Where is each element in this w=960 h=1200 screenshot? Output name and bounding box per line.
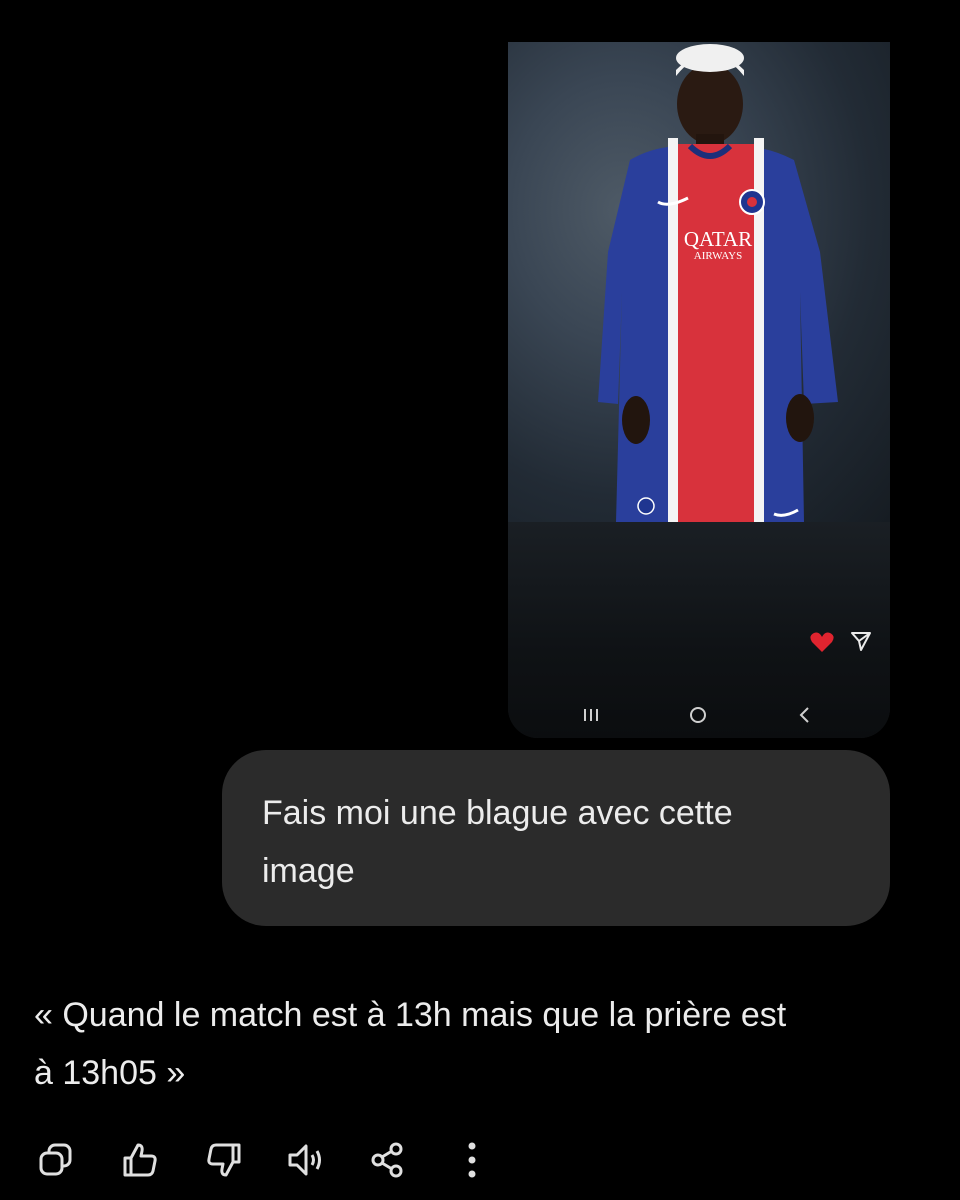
assistant-reply-line: « Quand le match est à 13h mais que la p… (34, 996, 787, 1034)
attached-screenshot[interactable]: QATAR AIRWAYS (508, 42, 890, 738)
user-message-line: Fais moi une blague avec cette (262, 794, 733, 832)
send-icon[interactable] (850, 630, 872, 652)
jersey-sponsor-line1: QATAR (683, 227, 753, 251)
recent-apps-icon[interactable] (580, 704, 602, 726)
share-icon[interactable] (368, 1140, 408, 1180)
copy-icon[interactable] (36, 1140, 76, 1180)
jersey-sponsor-line2: AIRWAYS (693, 250, 743, 262)
jersey-sponsor: QATAR AIRWAYS (678, 228, 758, 262)
user-message-bubble: Fais moi une blague avec cette image (222, 750, 890, 926)
home-icon[interactable] (687, 704, 709, 726)
more-icon[interactable] (452, 1140, 492, 1180)
player-illustration (598, 44, 838, 523)
back-icon[interactable] (794, 704, 816, 726)
assistant-reply: « Quand le match est à 13h mais que la p… (34, 986, 924, 1102)
message-action-bar (0, 1140, 960, 1184)
user-message-line: image (262, 852, 355, 890)
speaker-icon[interactable] (286, 1140, 326, 1180)
heart-icon[interactable] (810, 632, 834, 652)
thumbs-down-icon[interactable] (204, 1140, 244, 1180)
android-nav-bar (508, 698, 890, 732)
attached-photo: QATAR AIRWAYS (508, 42, 890, 523)
assistant-reply-line: à 13h05 » (34, 1054, 186, 1092)
thumbs-up-icon[interactable] (120, 1140, 160, 1180)
